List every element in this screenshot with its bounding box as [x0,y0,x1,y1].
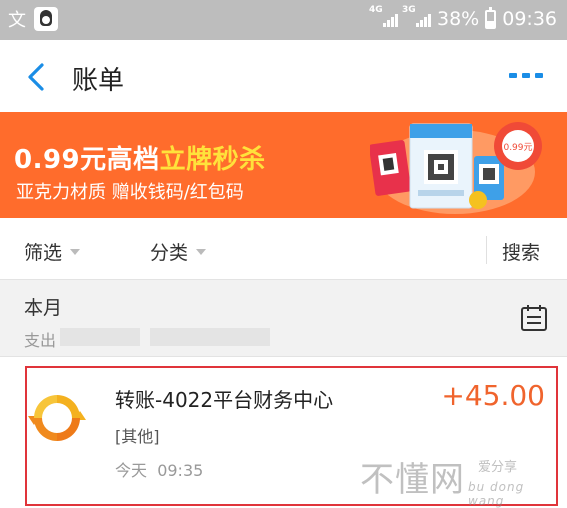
clock: 09:36 [502,8,557,30]
promo-banner[interactable]: 0.99元高档立牌秒杀 亚克力材质 赠收钱码/红包码 0.99元 [0,112,567,218]
search-label: 搜索 [502,242,541,264]
qr-stand-promo-image: 0.99元 [370,122,542,214]
text-notification-icon: 文 [8,10,26,31]
transaction-amount: +45.00 [441,379,545,412]
month-section-header: 本月 支出 [0,281,567,357]
watermark: 不懂网 爱分享 bu dong wang [360,452,560,508]
watermark-main: 不懂网 [360,460,465,500]
watermark-subtitle: 爱分享 [478,460,518,475]
signal-4g-icon: 4G [369,5,398,27]
blurred-amount [60,328,140,346]
back-arrow-icon[interactable] [24,62,50,92]
watermark-pinyin: bu dong wang [468,480,525,508]
transaction-time: 今天 09:35 [115,461,204,480]
month-title: 本月 [24,297,63,319]
expense-label: 支出 [24,331,57,350]
banner-headline: 0.99元高档立牌秒杀 [14,145,266,175]
blurred-amount [150,328,270,346]
caret-down-icon [70,248,81,255]
category-dropdown[interactable]: 分类 [150,238,207,265]
divider [486,236,487,264]
category-label: 分类 [150,242,189,264]
app-header: 账单 [0,40,567,112]
battery-icon [485,6,497,29]
filter-bar: 筛选 分类 搜索 [0,218,567,280]
status-bar-notifications: 文 [8,6,58,32]
banner-subtitle: 亚克力材质 赠收钱码/红包码 [16,182,244,203]
signal-3g-icon: 3G [402,5,431,27]
more-options-icon[interactable] [509,73,543,78]
status-bar-system: 4G 3G 38% 09:36 [369,5,557,30]
filter-dropdown[interactable]: 筛选 [24,238,81,265]
qq-penguin-icon [34,7,58,31]
caret-down-icon [196,248,207,255]
transfer-icon [28,395,86,441]
search-button[interactable]: 搜索 [502,238,540,265]
price-badge: 0.99元 [503,143,532,153]
transaction-title: 转账-4022平台财务中心 [115,388,334,412]
status-bar: 文 4G 3G 38% 09:36 [0,0,567,40]
calendar-icon[interactable] [520,303,548,333]
page-title: 账单 [72,66,125,96]
filter-label: 筛选 [24,242,63,264]
battery-percent: 38% [437,8,480,30]
transaction-category: [其他] [115,427,160,446]
